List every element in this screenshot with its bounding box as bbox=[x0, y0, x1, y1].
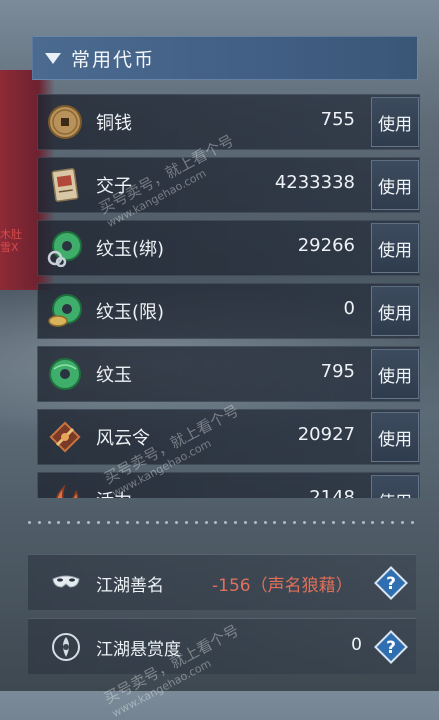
collapse-triangle-icon bbox=[45, 52, 61, 64]
panel-title: 常用代币 bbox=[71, 48, 156, 71]
currency-name: 纹玉(限) bbox=[96, 302, 165, 323]
jade-limited-icon bbox=[48, 294, 82, 327]
currency-name: 纹玉 bbox=[96, 365, 132, 386]
currency-row-jade: 纹玉 795 使用 bbox=[37, 346, 420, 402]
panel-header[interactable]: 常用代币 bbox=[32, 36, 418, 80]
currency-name: 铜钱 bbox=[96, 113, 132, 134]
section-divider bbox=[28, 521, 414, 525]
mask-icon bbox=[52, 575, 80, 588]
currency-name: 风云令 bbox=[96, 428, 150, 449]
currency-list[interactable]: 铜钱 755 使用 交子 4233338 使用 纹玉(绑) 29266 使用 纹… bbox=[37, 94, 420, 498]
currency-value: 755 bbox=[320, 109, 355, 130]
currency-row-jade-limited: 纹玉(限) 0 使用 bbox=[37, 283, 420, 339]
svg-text:?: ? bbox=[386, 574, 396, 594]
currency-row-jade-bound: 纹玉(绑) 29266 使用 bbox=[37, 220, 420, 276]
help-icon[interactable]: ? bbox=[372, 628, 410, 666]
currency-value: 0 bbox=[343, 298, 355, 319]
currency-value: 4233338 bbox=[274, 172, 355, 193]
vigor-icon bbox=[55, 484, 79, 498]
bounty-icon bbox=[52, 633, 80, 661]
currency-name: 交子 bbox=[96, 176, 132, 197]
use-button[interactable]: 使用 bbox=[371, 286, 419, 336]
reputation-label: 江湖善名 bbox=[96, 576, 164, 596]
currency-row-jiaozi: 交子 4233338 使用 bbox=[37, 157, 420, 213]
reputation-row-bounty: 江湖悬赏度 0 ? bbox=[28, 618, 416, 674]
fengyun-token-icon bbox=[49, 421, 81, 453]
help-icon[interactable]: ? bbox=[372, 564, 410, 602]
banknote-icon bbox=[51, 168, 79, 202]
use-button[interactable]: 使用 bbox=[371, 223, 419, 273]
currency-name: 纹玉(绑) bbox=[96, 239, 165, 260]
reputation-label: 江湖悬赏度 bbox=[96, 640, 181, 660]
currency-value: 29266 bbox=[297, 235, 355, 256]
svg-text:?: ? bbox=[386, 638, 396, 658]
reputation-value: -156（声名狼藉） bbox=[212, 576, 353, 596]
currency-row-fengyun: 风云令 20927 使用 bbox=[37, 409, 420, 465]
currency-row-vigor: 活力 2148 使用 bbox=[37, 472, 420, 498]
currency-value: 20927 bbox=[297, 424, 355, 445]
use-button[interactable]: 使用 bbox=[371, 160, 419, 210]
use-button[interactable]: 使用 bbox=[371, 412, 419, 462]
reputation-row-good-name: 江湖善名 -156（声名狼藉） ? bbox=[28, 554, 416, 610]
currency-name: 活力 bbox=[96, 487, 132, 498]
currency-value: 795 bbox=[320, 361, 355, 382]
use-button[interactable]: 使用 bbox=[371, 349, 419, 399]
use-button[interactable]: 使用 bbox=[371, 475, 419, 498]
jade-bound-icon bbox=[47, 231, 82, 267]
jade-icon bbox=[49, 358, 81, 390]
reputation-status: （声名狼藉） bbox=[250, 576, 353, 596]
use-button[interactable]: 使用 bbox=[371, 97, 419, 147]
reputation-value: 0 bbox=[351, 635, 362, 655]
currency-value: 2148 bbox=[309, 487, 355, 498]
currency-row-copper: 铜钱 755 使用 bbox=[37, 94, 420, 150]
background-edge-text: 木肚 雪X bbox=[0, 228, 22, 254]
copper-coin-icon bbox=[48, 105, 82, 139]
